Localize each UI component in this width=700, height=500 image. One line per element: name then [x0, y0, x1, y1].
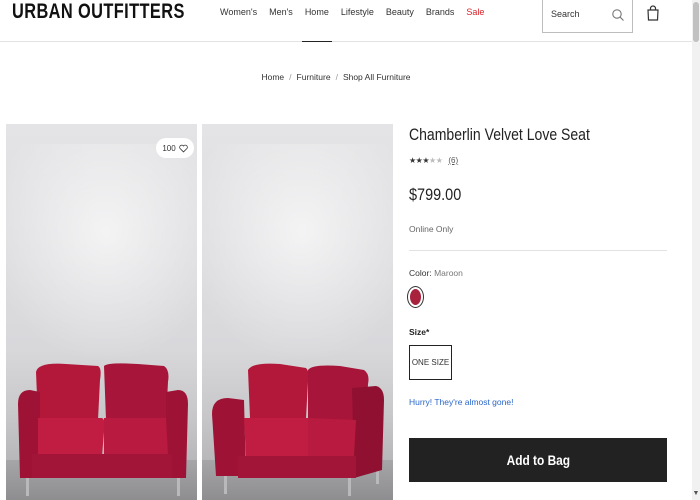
search-placeholder: Search [551, 9, 580, 19]
product-title: Chamberlin Velvet Love Seat [409, 126, 590, 144]
nav-item-home[interactable]: Home [299, 0, 335, 42]
search-input[interactable]: Search [542, 0, 633, 33]
product-price: $799.00 [409, 185, 462, 204]
color-value: Maroon [434, 268, 463, 278]
nav-item-mens[interactable]: Men's [263, 0, 299, 42]
scroll-down-arrow-icon[interactable]: ▼ [692, 490, 700, 500]
size-label: Size* [409, 327, 430, 337]
breadcrumb-shop-all-furniture[interactable]: Shop All Furniture [343, 72, 411, 82]
page-scrollbar[interactable]: ▼ [692, 0, 700, 500]
product-rating[interactable]: ★★★★★ (6) [409, 156, 458, 165]
breadcrumb-separator: / [335, 72, 338, 82]
shopping-bag-icon[interactable] [645, 4, 661, 22]
rating-stars-icon: ★★★★★ [409, 156, 443, 165]
nav-item-lifestyle[interactable]: Lifestyle [335, 0, 380, 42]
wishlist-button[interactable]: 100 [156, 138, 194, 158]
breadcrumb: Home / Furniture / Shop All Furniture [0, 72, 672, 82]
product-image-front[interactable]: 100 [6, 124, 197, 500]
breadcrumb-furniture[interactable]: Furniture [297, 72, 331, 82]
brand-logo[interactable]: URBAN OUTFITTERS [12, 0, 185, 24]
wishlist-count: 100 [162, 143, 176, 153]
search-icon[interactable] [611, 8, 625, 22]
stock-message: Hurry! They're almost gone! [409, 397, 514, 407]
main-nav: Women's Men's Home Lifestyle Beauty Bran… [214, 0, 490, 42]
section-divider [409, 250, 667, 251]
product-image-angle[interactable] [202, 124, 393, 500]
size-option-one-size[interactable]: ONE SIZE [409, 345, 452, 380]
scrollbar-thumb[interactable] [693, 2, 699, 42]
breadcrumb-separator: / [289, 72, 292, 82]
add-to-bag-label: Add to Bag [506, 452, 570, 468]
color-label-text: Color: [409, 268, 432, 278]
breadcrumb-home[interactable]: Home [261, 72, 284, 82]
color-label: Color: Maroon [409, 268, 463, 278]
availability-text: Online Only [409, 224, 454, 234]
heart-icon [178, 144, 188, 152]
color-swatch-maroon[interactable] [407, 286, 424, 308]
nav-item-beauty[interactable]: Beauty [380, 0, 420, 42]
sofa-angle-image [212, 363, 384, 496]
review-count-link[interactable]: (6) [448, 156, 458, 165]
site-header: URBAN OUTFITTERS Women's Men's Home Life… [0, 0, 700, 42]
sofa-front-image [18, 363, 188, 496]
nav-item-sale[interactable]: Sale [460, 0, 490, 42]
add-to-bag-button[interactable]: Add to Bag [409, 438, 667, 482]
nav-item-womens[interactable]: Women's [214, 0, 263, 42]
nav-item-brands[interactable]: Brands [420, 0, 461, 42]
swatch-fill [410, 289, 421, 305]
